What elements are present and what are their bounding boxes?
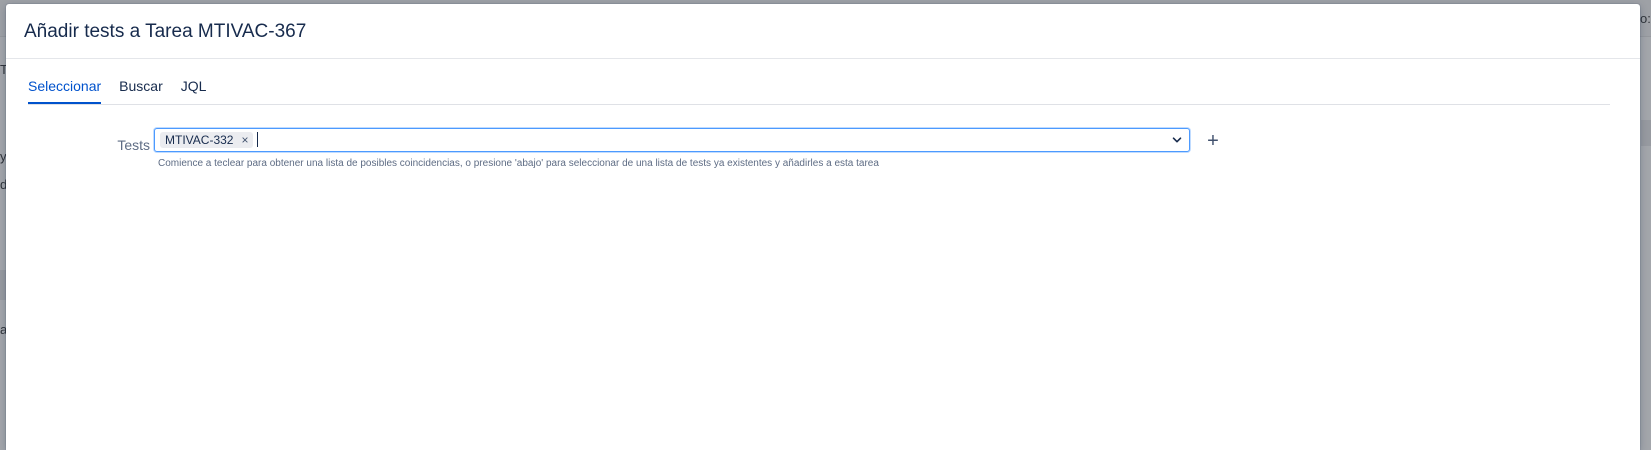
dialog-title: Añadir tests a Tarea MTIVAC-367 <box>24 21 307 42</box>
chevron-down-icon[interactable] <box>1171 134 1183 146</box>
add-tests-dialog: Añadir tests a Tarea MTIVAC-367 <box>6 4 1640 450</box>
chip-label: MTIVAC-332 <box>165 133 234 147</box>
plus-icon[interactable]: + <box>1203 131 1223 151</box>
dialog-header: Añadir tests a Tarea MTIVAC-367 <box>6 4 1640 59</box>
text-caret <box>257 132 258 147</box>
background-text: o: <box>1640 11 1651 26</box>
background-block <box>1641 120 1651 146</box>
tests-help-text: Comience a teclear para obtener una list… <box>158 158 879 169</box>
tests-picker[interactable]: MTIVAC-332 × <box>154 128 1190 152</box>
close-icon[interactable]: × <box>241 134 248 146</box>
selected-test-chip: MTIVAC-332 × <box>160 132 254 148</box>
tab-jql[interactable]: JQL <box>181 78 207 103</box>
tab-bar: Seleccionar Buscar JQL <box>28 78 1610 105</box>
tests-field-label: Tests <box>117 137 150 153</box>
tests-search-input[interactable] <box>259 131 1119 149</box>
tab-buscar[interactable]: Buscar <box>119 78 163 103</box>
tab-seleccionar[interactable]: Seleccionar <box>28 78 102 104</box>
